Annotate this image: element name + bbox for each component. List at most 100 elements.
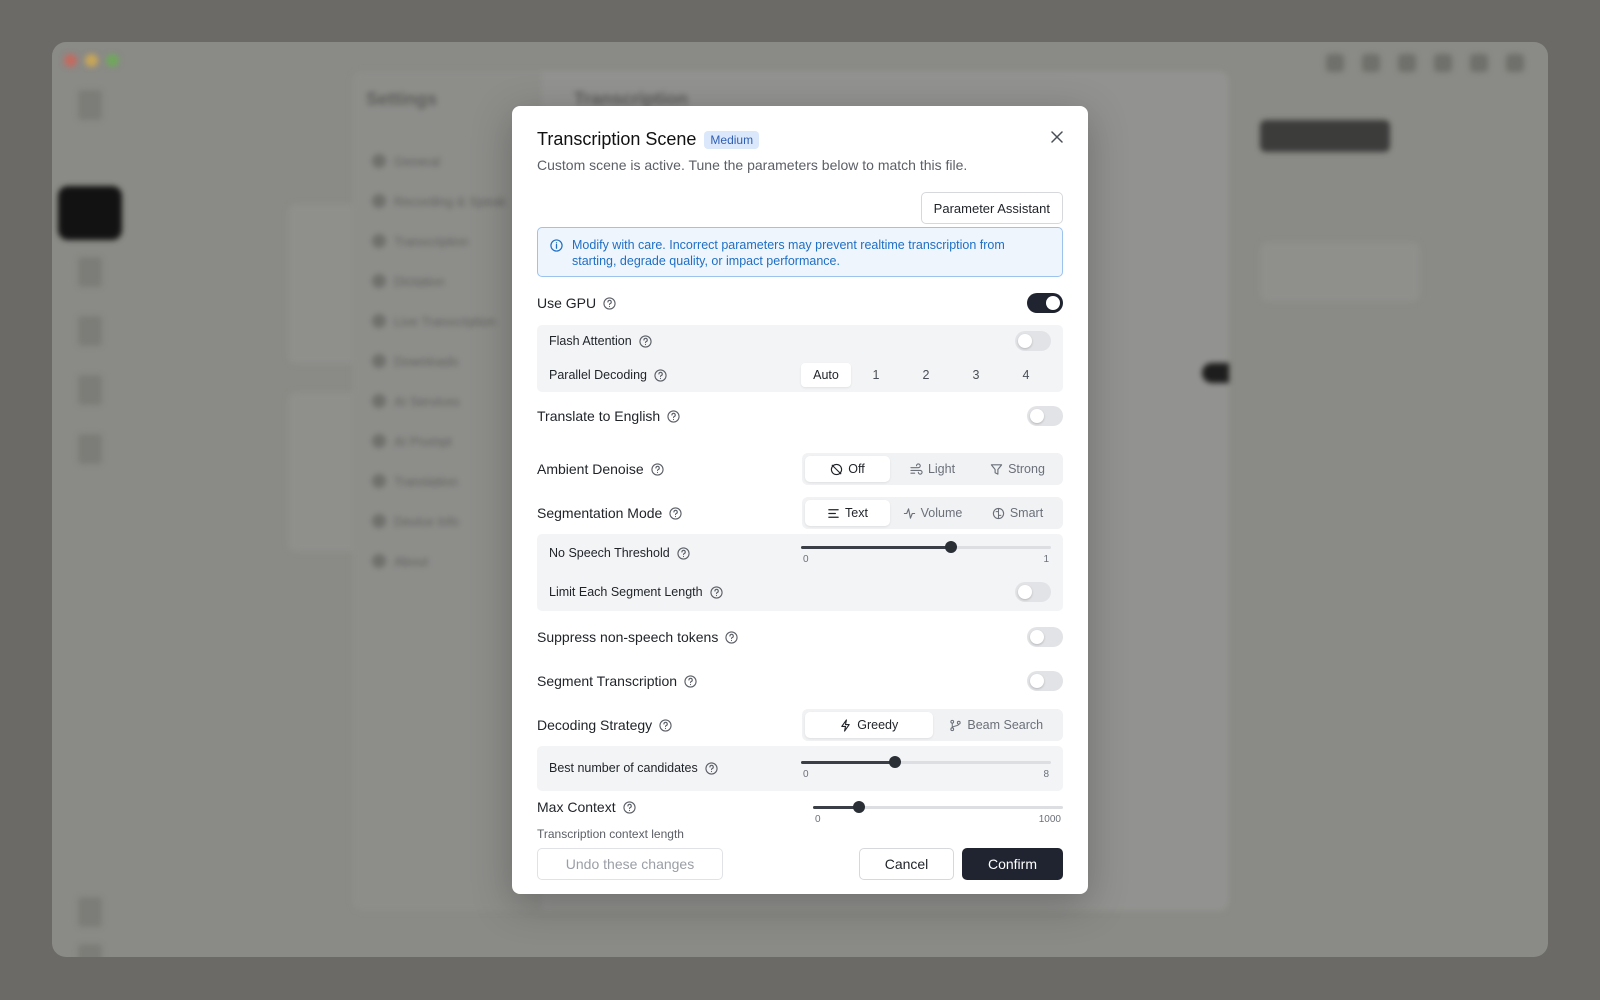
segmentation-mode-label-group: Segmentation Mode — [537, 505, 682, 521]
no-speech-threshold-slider[interactable]: 0 1 — [801, 539, 1051, 567]
suppress-tokens-toggle[interactable] — [1027, 627, 1063, 647]
help-icon[interactable] — [603, 296, 616, 310]
decoding-beam-search-label: Beam Search — [967, 718, 1044, 732]
warning-info-box: Modify with care. Incorrect parameters m… — [537, 227, 1063, 277]
settings-nav-item: General — [372, 141, 506, 181]
nav-icon — [372, 314, 386, 328]
git-branch-icon — [950, 719, 962, 731]
best-candidates-row: Best number of candidates 0 8 — [549, 754, 1051, 782]
denoise-option-strong[interactable]: Strong — [975, 456, 1060, 482]
use-gpu-label: Use GPU — [537, 295, 597, 311]
slider-fill — [801, 761, 895, 764]
translate-english-toggle[interactable] — [1027, 406, 1063, 426]
activity-icon — [903, 507, 915, 519]
max-context-row: Max Context 0 1000 — [537, 799, 1063, 827]
segmentation-option-smart[interactable]: Smart — [975, 500, 1060, 526]
slider-thumb[interactable] — [888, 756, 901, 768]
help-icon[interactable] — [650, 462, 664, 476]
scene-level-badge: Medium — [704, 130, 760, 149]
confirm-button[interactable]: Confirm — [962, 848, 1063, 880]
maximize-window-dot — [106, 54, 119, 67]
denoise-option-light[interactable]: Light — [890, 456, 975, 482]
max-context-slider[interactable]: 0 1000 — [813, 799, 1063, 827]
settings-nav-label: Downloads — [394, 353, 459, 369]
close-button[interactable] — [1046, 126, 1068, 148]
rail-item — [78, 257, 102, 287]
rail-item — [78, 944, 102, 957]
slider-max-label: 1 — [1043, 554, 1049, 565]
parallel-decoding-label: Parallel Decoding — [549, 368, 647, 382]
help-icon[interactable] — [654, 368, 667, 382]
limit-segment-toggle[interactable] — [1015, 582, 1051, 602]
ambient-denoise-selector: Off Light Strong — [802, 453, 1063, 485]
help-icon[interactable] — [725, 630, 738, 644]
help-icon[interactable] — [677, 546, 690, 560]
ambient-denoise-label-group: Ambient Denoise — [537, 461, 664, 477]
segmentation-option-text[interactable]: Text — [805, 500, 890, 526]
help-icon[interactable] — [705, 761, 718, 775]
translate-english-row: Translate to English — [537, 406, 1063, 426]
slider-max-label: 1000 — [1038, 814, 1061, 825]
segment-transcription-toggle[interactable] — [1027, 671, 1063, 691]
denoise-option-off[interactable]: Off — [805, 456, 890, 482]
flash-attention-label: Flash Attention — [549, 334, 632, 348]
slider-thumb[interactable] — [945, 541, 957, 553]
settings-nav-label: Translation — [394, 473, 458, 489]
use-gpu-toggle[interactable] — [1027, 293, 1063, 313]
transcription-scene-dialog: Transcription Scene Medium Custom scene … — [512, 106, 1088, 894]
settings-nav-item: Live Transcription — [372, 301, 506, 341]
settings-nav-item: AI Services — [372, 381, 506, 421]
flash-attention-row: Flash Attention — [549, 331, 1051, 351]
help-icon[interactable] — [659, 718, 672, 732]
segmentation-option-volume[interactable]: Volume — [890, 500, 975, 526]
help-icon[interactable] — [669, 506, 682, 520]
settings-nav-item: AI Prompt — [372, 421, 506, 461]
decoding-option-beam-search[interactable]: Beam Search — [933, 712, 1061, 738]
segmentation-volume-label: Volume — [920, 506, 963, 520]
parameter-assistant-button[interactable]: Parameter Assistant — [920, 192, 1063, 224]
parallel-option-2[interactable]: 2 — [901, 363, 951, 387]
toolbar-icon — [1362, 54, 1380, 72]
nav-icon — [372, 154, 386, 168]
zap-icon — [841, 718, 851, 732]
parallel-option-4[interactable]: 4 — [1001, 363, 1051, 387]
help-icon[interactable] — [622, 800, 636, 814]
help-icon[interactable] — [684, 674, 697, 688]
help-icon[interactable] — [709, 585, 723, 599]
limit-segment-label-group: Limit Each Segment Length — [549, 585, 723, 599]
slider-thumb[interactable] — [853, 801, 866, 813]
slider-fill — [801, 546, 951, 549]
close-window-dot — [64, 54, 77, 67]
flash-attention-toggle[interactable] — [1015, 331, 1051, 351]
nav-icon — [372, 514, 386, 528]
settings-nav-label: General — [394, 153, 441, 169]
filter-icon — [990, 463, 1003, 475]
parallel-option-1[interactable]: 1 — [851, 363, 901, 387]
parallel-decoding-selector: Auto 1 2 3 4 — [801, 363, 1051, 387]
toolbar-icon — [1506, 54, 1524, 72]
text-align-icon — [828, 508, 839, 518]
help-icon[interactable] — [667, 409, 680, 423]
decoding-option-greedy[interactable]: Greedy — [805, 712, 933, 738]
help-icon[interactable] — [639, 334, 652, 348]
minimize-window-dot — [85, 54, 98, 67]
undo-changes-button[interactable]: Undo these changes — [537, 848, 723, 880]
rail-item-active — [58, 186, 122, 240]
toolbar-icon — [1434, 54, 1452, 72]
settings-nav: General Recording & Speak Transcription … — [372, 141, 506, 581]
settings-nav-item: About — [372, 541, 506, 581]
parallel-option-auto[interactable]: Auto — [801, 363, 851, 387]
segmentation-mode-row: Segmentation Mode Text Volume Smart — [537, 497, 1063, 529]
settings-nav-item: Device Info — [372, 501, 506, 541]
limit-segment-label: Limit Each Segment Length — [549, 585, 703, 599]
settings-nav-item: Transcription — [372, 221, 506, 261]
best-candidates-slider[interactable]: 0 8 — [801, 754, 1051, 782]
nav-icon — [372, 234, 386, 248]
rail-item — [78, 897, 102, 927]
parallel-option-3[interactable]: 3 — [951, 363, 1001, 387]
no-speech-threshold-row: No Speech Threshold 0 1 — [549, 539, 1051, 567]
brain-icon — [992, 507, 1004, 519]
use-gpu-row: Use GPU — [537, 293, 1063, 313]
cancel-button[interactable]: Cancel — [859, 848, 954, 880]
settings-nav-item: Translation — [372, 461, 506, 501]
